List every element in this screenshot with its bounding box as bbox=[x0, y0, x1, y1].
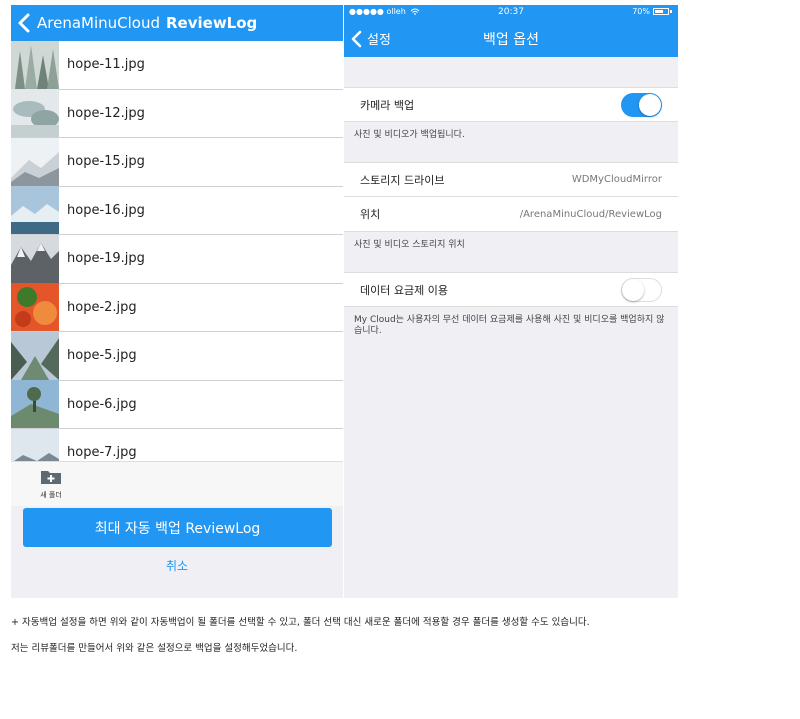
file-name: hope-15.jpg bbox=[67, 154, 145, 170]
breadcrumb-parent: ArenaMinuCloud bbox=[37, 14, 160, 32]
location-row[interactable]: 위치 /ArenaMinuCloud/ReviewLog bbox=[344, 197, 678, 232]
file-name: hope-2.jpg bbox=[67, 299, 137, 315]
file-list: hope-11.jpg hope-12.jpg hope-15.jpg hope… bbox=[11, 40, 343, 478]
folder-picker-screen: ArenaMinuCloud ReviewLog hope-11.jpg hope… bbox=[11, 5, 343, 598]
page-title: 백업 옵션 bbox=[483, 31, 539, 48]
photo-thumbnail bbox=[11, 40, 59, 89]
photo-thumbnail bbox=[11, 234, 59, 283]
folder-breadcrumb[interactable]: ArenaMinuCloud ReviewLog bbox=[37, 14, 257, 32]
caption-line-1: + 자동백업 설정을 하면 위와 같이 자동백업이 될 폴더를 선택할 수 있고… bbox=[11, 617, 590, 628]
folder-plus-icon bbox=[41, 471, 61, 484]
new-folder-label: 새 폴더 bbox=[40, 491, 62, 499]
camera-backup-label: 카메라 백업 bbox=[360, 98, 415, 112]
photo-thumbnail bbox=[11, 380, 59, 429]
chevron-left-icon[interactable] bbox=[15, 12, 33, 34]
backup-options-screen: ●●●●● olleh 20:37 70% 설정 백업 옵션 카메라 백업 사진… bbox=[344, 5, 678, 598]
location-label: 위치 bbox=[360, 208, 381, 221]
data-plan-note: My Cloud는 사용자의 무선 데이터 요금제를 사용해 사진 및 비디오를… bbox=[354, 315, 665, 336]
backup-to-folder-button[interactable]: 최대 자동 백업 ReviewLog bbox=[23, 508, 332, 547]
file-name: hope-5.jpg bbox=[67, 348, 137, 364]
chevron-left-icon bbox=[351, 30, 362, 47]
file-row[interactable]: hope-11.jpg bbox=[11, 40, 343, 90]
clock: 20:37 bbox=[498, 7, 524, 17]
new-folder-button[interactable]: 새 폴더 bbox=[39, 468, 63, 500]
data-plan-label: 데이터 요금제 이용 bbox=[360, 283, 448, 297]
photo-thumbnail bbox=[11, 186, 59, 235]
photo-thumbnail bbox=[11, 89, 59, 138]
camera-backup-toggle[interactable] bbox=[621, 92, 662, 117]
camera-backup-note: 사진 및 비디오가 백업됩니다. bbox=[354, 130, 465, 140]
file-name: hope-16.jpg bbox=[67, 202, 145, 218]
camera-backup-row: 카메라 백업 bbox=[344, 87, 678, 122]
file-name: hope-11.jpg bbox=[67, 57, 145, 73]
storage-drive-row[interactable]: 스토리지 드라이브 WDMyCloudMirror bbox=[344, 162, 678, 197]
breadcrumb-current: ReviewLog bbox=[166, 14, 258, 32]
photo-thumbnail bbox=[11, 331, 59, 380]
file-name: hope-12.jpg bbox=[67, 105, 145, 121]
file-row[interactable]: hope-15.jpg bbox=[11, 137, 343, 187]
caption-line-2: 저는 리뷰폴더를 만들어서 위와 같은 설정으로 백업을 설정해두었습니다. bbox=[11, 643, 298, 654]
battery-percent: 70% bbox=[632, 7, 650, 16]
battery-indicator: 70% bbox=[632, 7, 672, 16]
file-name: hope-7.jpg bbox=[67, 445, 137, 461]
photo-thumbnail bbox=[11, 137, 59, 186]
back-button[interactable]: 설정 bbox=[344, 29, 391, 48]
file-row[interactable]: hope-16.jpg bbox=[11, 186, 343, 235]
status-bar: ●●●●● olleh 20:37 70% bbox=[344, 5, 678, 20]
file-name: hope-6.jpg bbox=[67, 396, 137, 412]
storage-drive-label: 스토리지 드라이브 bbox=[360, 173, 445, 187]
data-plan-toggle[interactable] bbox=[621, 277, 662, 302]
file-row[interactable]: hope-19.jpg bbox=[11, 234, 343, 284]
battery-icon bbox=[653, 8, 669, 15]
location-value: /ArenaMinuCloud/ReviewLog bbox=[519, 208, 662, 220]
location-note: 사진 및 비디오 스토리지 위치 bbox=[354, 240, 465, 250]
photo-thumbnail bbox=[11, 283, 59, 332]
options-nav-bar: 설정 백업 옵션 bbox=[344, 20, 678, 57]
folder-nav-bar: ArenaMinuCloud ReviewLog bbox=[11, 5, 343, 41]
data-plan-row: 데이터 요금제 이용 bbox=[344, 272, 678, 307]
folder-toolbar: 새 폴더 bbox=[11, 461, 343, 506]
file-row[interactable]: hope-5.jpg bbox=[11, 331, 343, 381]
file-name: hope-19.jpg bbox=[67, 251, 145, 267]
file-row[interactable]: hope-12.jpg bbox=[11, 89, 343, 138]
file-row[interactable]: hope-2.jpg bbox=[11, 283, 343, 332]
cancel-button[interactable]: 취소 bbox=[11, 557, 343, 574]
storage-drive-value: WDMyCloudMirror bbox=[571, 174, 662, 185]
file-row[interactable]: hope-6.jpg bbox=[11, 380, 343, 429]
back-label: 설정 bbox=[367, 33, 391, 48]
